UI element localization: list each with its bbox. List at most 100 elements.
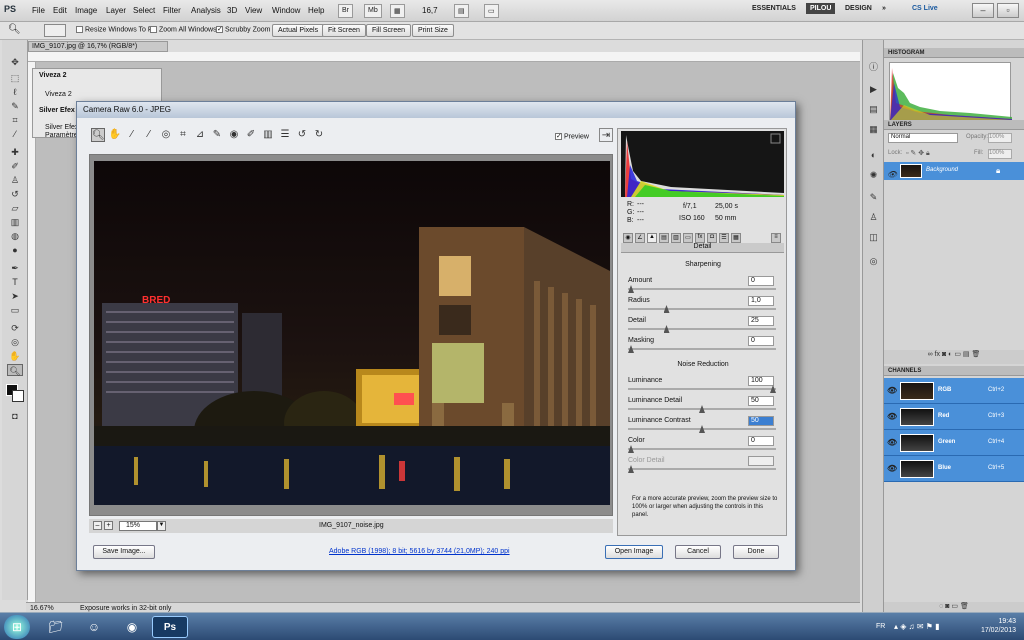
lock-icons[interactable]: ▫ ✎ ✥ 🔒︎: [906, 149, 930, 158]
menu-image[interactable]: Image: [75, 6, 97, 15]
zoom-in-button[interactable]: +: [104, 521, 113, 530]
slider-track[interactable]: [628, 385, 776, 393]
scrubby-zoom-checkbox[interactable]: ✓ Scrubby Zoom: [216, 26, 271, 33]
lasso-tool-icon[interactable]: ℓ: [7, 86, 23, 98]
slider-track[interactable]: [628, 305, 776, 313]
type-tool-icon[interactable]: T: [7, 276, 23, 288]
slider-track[interactable]: [628, 405, 776, 413]
tray-icons[interactable]: ▴ ◈ ♫ ✉ ⚑ ▮: [894, 622, 940, 631]
fit-screen-button[interactable]: Fit Screen: [322, 24, 366, 37]
styles-panel-icon[interactable]: ✺: [867, 170, 880, 182]
menu-view[interactable]: View: [245, 6, 262, 15]
brush-tool-icon[interactable]: ✐: [7, 160, 23, 172]
zoom-select[interactable]: 15%: [119, 521, 157, 531]
hand-tool-icon[interactable]: ✋: [7, 350, 23, 362]
resize-windows-checkbox[interactable]: Resize Windows To Fit: [76, 26, 156, 33]
slider-thumb[interactable]: [663, 305, 670, 313]
slider-thumb[interactable]: [699, 405, 705, 413]
viveza-header[interactable]: Viveza 2: [39, 72, 67, 79]
preview-checkbox[interactable]: ✓ Preview: [555, 133, 589, 140]
info-panel-icon[interactable]: ⓘ: [867, 60, 880, 72]
messenger-taskbar-icon[interactable]: ☺: [76, 616, 112, 638]
slider-thumb[interactable]: [699, 425, 705, 433]
stamp-tool-icon[interactable]: ♙: [7, 174, 23, 186]
screen-mode-icon[interactable]: ▭: [484, 4, 499, 18]
tab-hsl[interactable]: ▤: [659, 233, 669, 243]
gradient-tool-icon[interactable]: ▥: [7, 216, 23, 228]
layers-title[interactable]: LAYERS: [884, 120, 1024, 130]
zoom-tool-icon[interactable]: 🔍︎: [7, 364, 23, 376]
blend-mode-select[interactable]: Normal: [888, 133, 958, 143]
background-color-swatch[interactable]: [12, 390, 24, 402]
parameters-label[interactable]: Paramètre: [45, 132, 78, 139]
white-balance-tool-icon[interactable]: ⁄: [125, 128, 139, 142]
menu-layer[interactable]: Layer: [106, 6, 126, 15]
firefox-taskbar-icon[interactable]: ◉: [114, 616, 150, 638]
document-tab[interactable]: IMG_9107.jpg @ 16,7% (RGB/8*): [28, 41, 168, 52]
menu-help[interactable]: Help: [308, 6, 324, 15]
slider-thumb[interactable]: [628, 345, 634, 353]
tab-tone-curve[interactable]: ∠: [635, 233, 645, 243]
slider-value-input[interactable]: 0: [748, 436, 774, 446]
menu-file[interactable]: File: [32, 6, 45, 15]
graduated-filter-icon[interactable]: ▥: [261, 128, 275, 142]
minibridge-button[interactable]: Mb: [364, 4, 382, 18]
tab-snapshots[interactable]: ▦: [731, 233, 741, 243]
done-button[interactable]: Done: [733, 545, 779, 559]
panel-menu-icon[interactable]: ≡: [771, 233, 781, 243]
print-size-button[interactable]: Print Size: [412, 24, 454, 37]
viveza-item[interactable]: Viveza 2: [45, 91, 72, 98]
brushes-panel-icon[interactable]: ✎: [867, 192, 880, 204]
slider-track[interactable]: [628, 345, 776, 353]
actions-panel-icon[interactable]: ▶: [867, 84, 880, 96]
zoom-in-out-icon[interactable]: [44, 24, 66, 37]
tab-split-toning[interactable]: ▥: [671, 233, 681, 243]
opacity-input[interactable]: 100%: [988, 133, 1012, 143]
workspace-design[interactable]: DESIGN: [845, 5, 872, 12]
preferences-icon[interactable]: ☰: [278, 128, 292, 142]
slider-value-input[interactable]: [748, 456, 774, 466]
dodge-tool-icon[interactable]: ●: [7, 244, 23, 256]
chevron-down-icon[interactable]: ▼: [157, 521, 166, 531]
layers-footer-icons[interactable]: ∞ fx ◙ ◐ ▭ ▤ 🗑︎: [884, 350, 1024, 364]
zoom-out-button[interactable]: –: [93, 521, 102, 530]
eye-icon[interactable]: 👁︎: [887, 386, 897, 395]
healing-tool-icon[interactable]: ✚: [7, 146, 23, 158]
save-image-button[interactable]: Save Image...: [93, 545, 155, 559]
slider-thumb[interactable]: [628, 445, 634, 453]
zoom-tool-icon[interactable]: 🔍︎: [8, 24, 21, 35]
menu-window[interactable]: Window: [272, 6, 300, 15]
straighten-tool-icon[interactable]: ⊿: [193, 128, 207, 142]
fill-input[interactable]: 100%: [988, 149, 1012, 159]
quick-select-tool-icon[interactable]: ✎: [7, 100, 23, 112]
3d-rotate-tool-icon[interactable]: ⟳: [7, 322, 23, 334]
layer-row-background[interactable]: 👁︎ Background 🔒︎: [884, 162, 1024, 180]
channel-row-green[interactable]: 👁︎ Green Ctrl+4: [884, 430, 1024, 456]
slider-thumb[interactable]: [628, 465, 634, 473]
silver-efex-header[interactable]: Silver Efex: [39, 107, 75, 114]
paths-panel-icon[interactable]: ◎: [867, 256, 880, 268]
slider-track[interactable]: [628, 325, 776, 333]
eye-icon[interactable]: 👁︎: [887, 170, 897, 179]
fill-screen-button[interactable]: Fill Screen: [366, 24, 412, 37]
menu-select[interactable]: Select: [133, 6, 155, 15]
crop-tool-icon[interactable]: ⌗: [176, 128, 190, 142]
slider-value-input[interactable]: 0: [748, 336, 774, 346]
eye-icon[interactable]: 👁︎: [887, 464, 897, 473]
zoom-level[interactable]: 16,7: [422, 6, 438, 15]
slider-value-input[interactable]: 50: [748, 416, 774, 426]
fullscreen-icon[interactable]: ⇥: [599, 128, 613, 142]
quick-mask-icon[interactable]: ◘: [7, 410, 23, 422]
actual-pixels-button[interactable]: Actual Pixels: [272, 24, 325, 37]
language-indicator[interactable]: FR: [876, 623, 885, 630]
slider-track[interactable]: [628, 425, 776, 433]
path-select-tool-icon[interactable]: ➤: [7, 290, 23, 302]
workspace-pilou[interactable]: PILOU: [806, 3, 836, 14]
eye-icon[interactable]: 👁︎: [887, 438, 897, 447]
slider-thumb[interactable]: [770, 385, 776, 393]
hand-tool-icon[interactable]: ✋: [108, 128, 122, 142]
masks-panel-icon[interactable]: ◫: [867, 232, 880, 244]
blur-tool-icon[interactable]: ◍: [7, 230, 23, 242]
slider-thumb[interactable]: [663, 325, 670, 333]
taskbar-clock[interactable]: 19:43 17/02/2013: [981, 617, 1016, 635]
